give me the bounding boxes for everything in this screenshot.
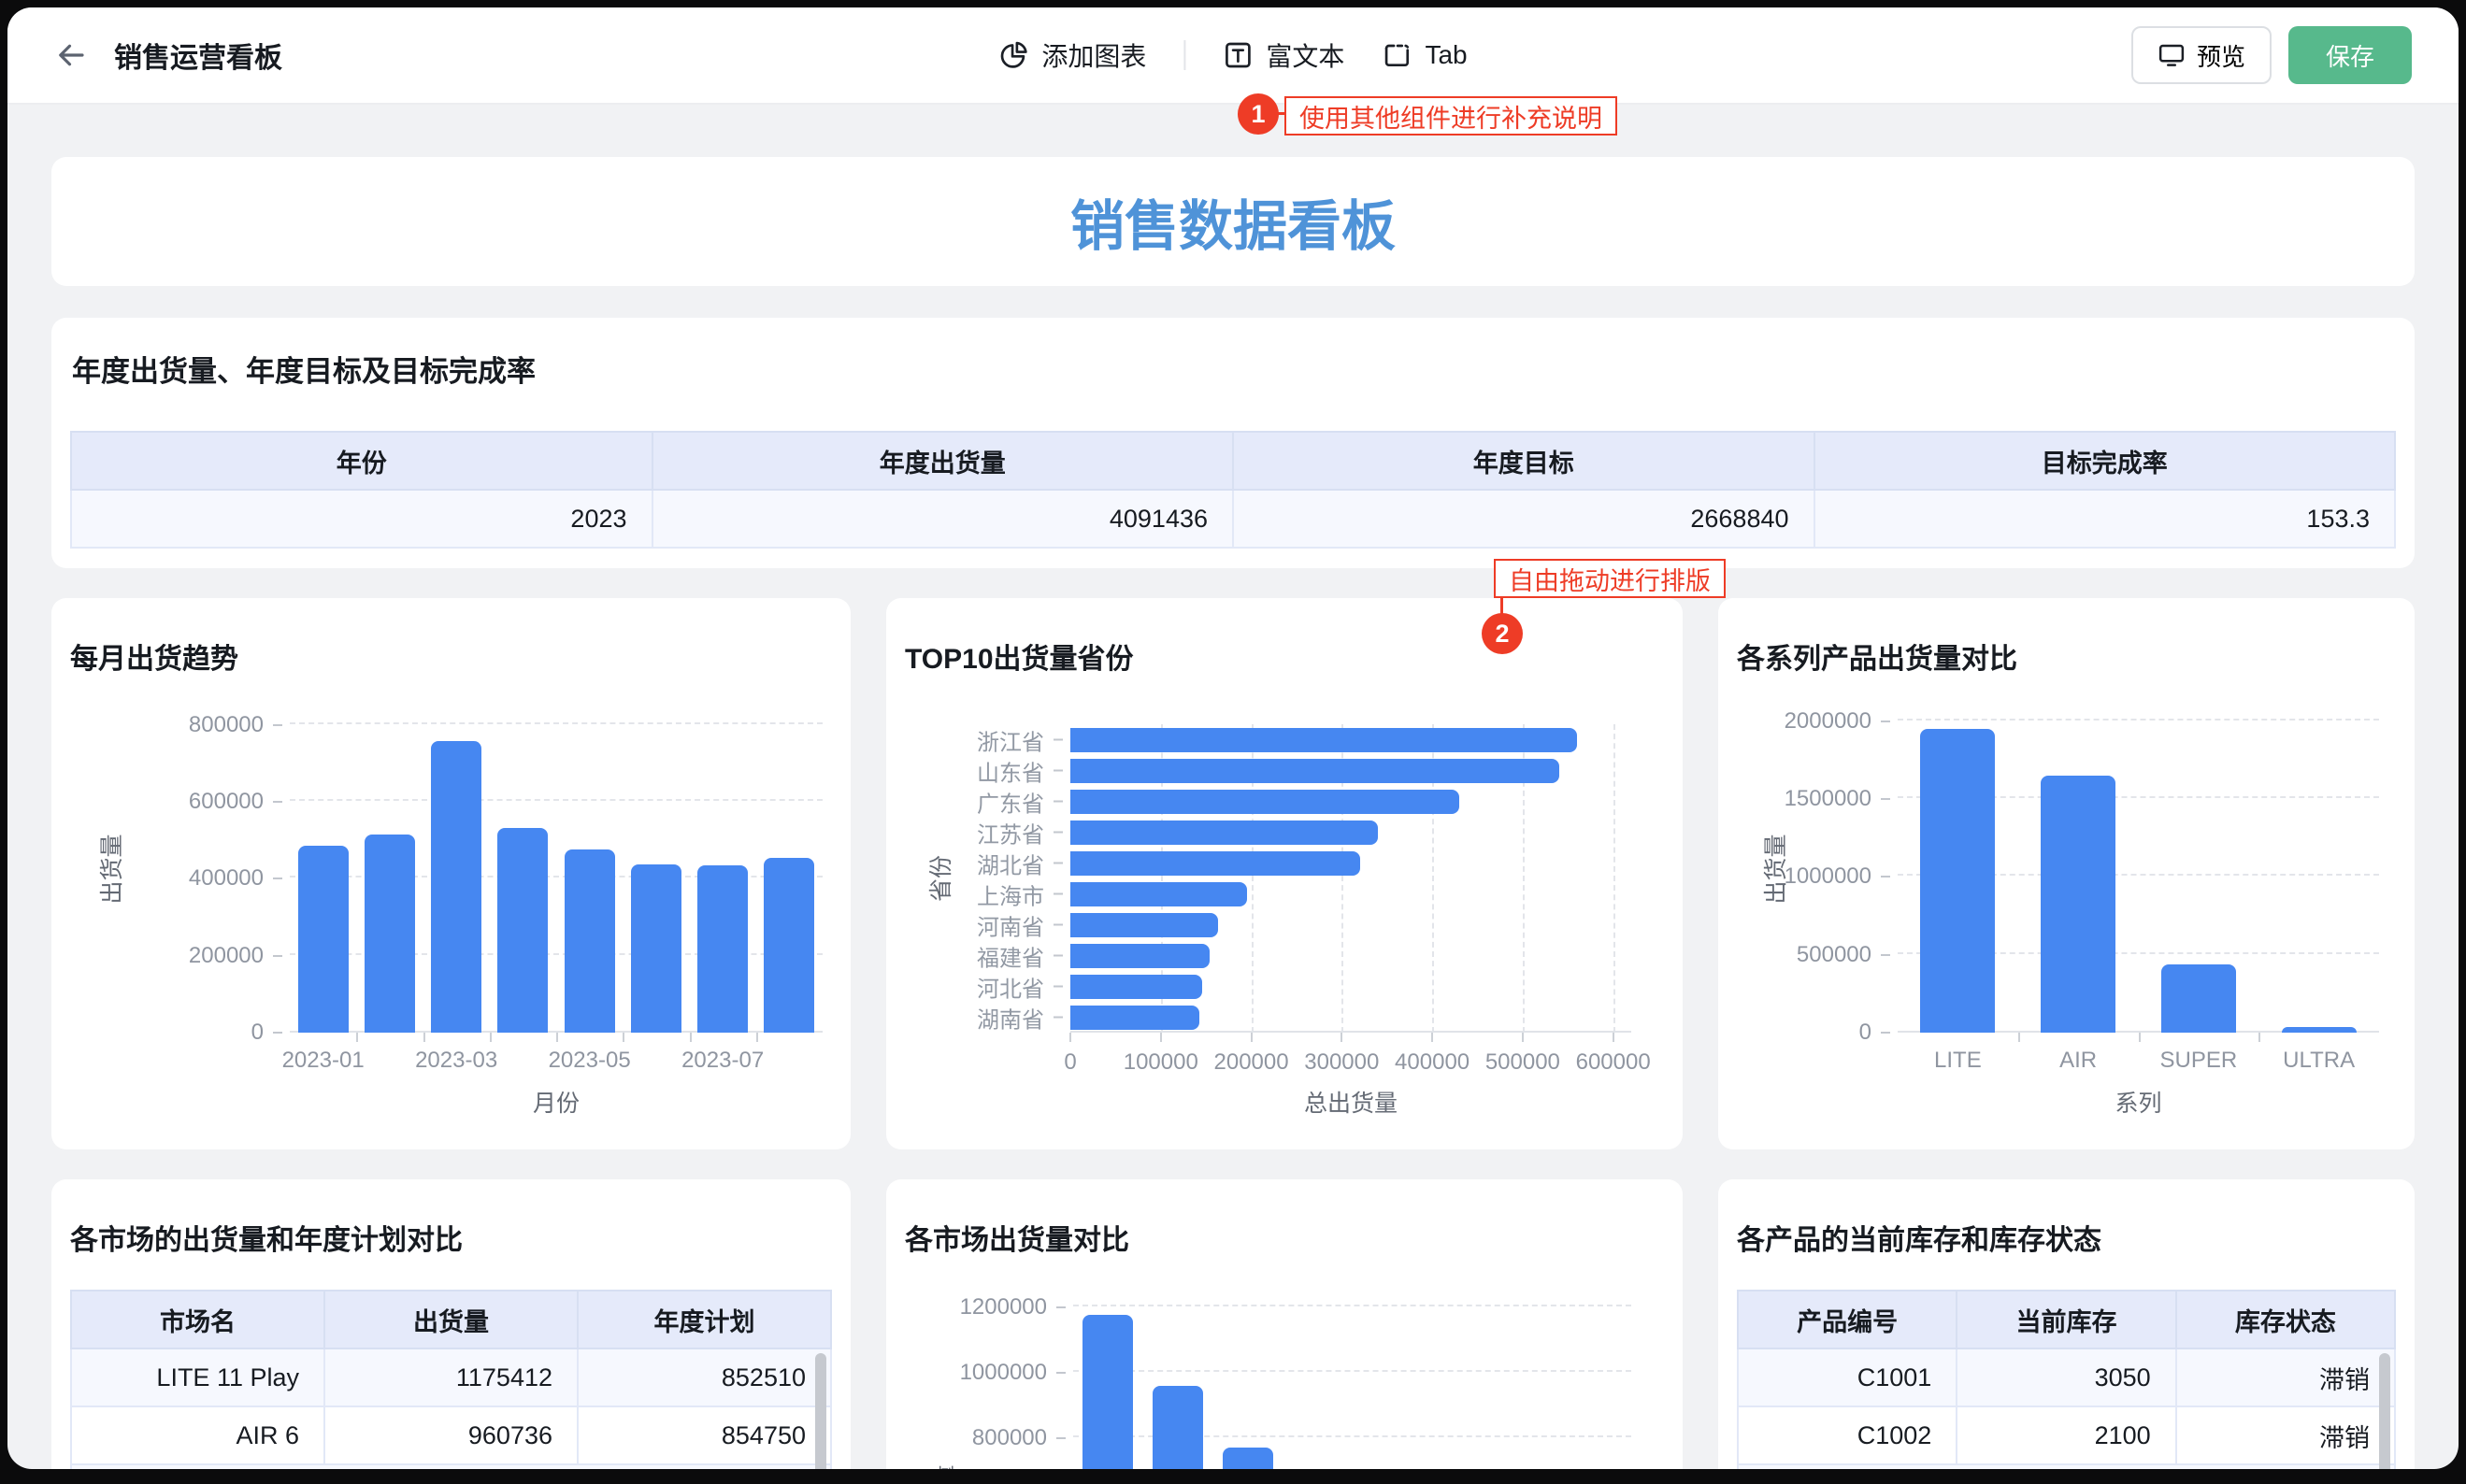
table-row-partial (71, 1464, 831, 1469)
table-header-row: 市场名 出货量 年度计划 (71, 1291, 831, 1348)
top10-provinces-bar-chart: 0100000200000300000400000500000600000浙江省… (886, 598, 1683, 1149)
cell-product-code: C1002 (1738, 1406, 1957, 1464)
add-chart-label: 添加图表 (1041, 36, 1146, 74)
tab-icon (1382, 40, 1412, 70)
column-header: 出货量 (324, 1291, 578, 1348)
cell-stock-status: 滞销 (2176, 1348, 2395, 1406)
cell-shipments: 1175412 (324, 1348, 578, 1406)
column-header: 年度计划 (578, 1291, 831, 1348)
app-window: 销售运营看板 添加图表 富 (7, 7, 2459, 1469)
cell-annual-shipments: 4091436 (652, 490, 1234, 548)
table-row: 2023 4091436 2668840 153.3 (71, 490, 2395, 548)
pie-chart-icon (998, 40, 1028, 70)
annual-summary-card[interactable]: 年度出货量、年度目标及目标完成率 年份 年度出货量 年度目标 目标完成率 202… (51, 318, 2415, 568)
table-scrollbar[interactable] (2379, 1353, 2390, 1469)
series-comparison-bar-chart: 0500000100000015000002000000LITEAIRSUPER… (1718, 598, 2415, 1149)
card-title: 各市场的出货量和年度计划对比 (70, 1217, 851, 1258)
cell-plan: 854750 (578, 1406, 831, 1464)
component-toolbar: 添加图表 富文本 (998, 7, 1467, 103)
monthly-trend-bar-chart: 02000004000006000008000002023-012023-032… (51, 598, 851, 1149)
back-arrow-icon (54, 38, 88, 72)
chart-title: 各市场出货量对比 (905, 1217, 1129, 1258)
preview-button[interactable]: 预览 (2131, 26, 2272, 84)
dashboard-title: 销售数据看板 (1070, 182, 1396, 261)
table-row: C1001 3050 滞销 (1738, 1348, 2395, 1406)
inventory-table-card[interactable]: 各产品的当前库存和库存状态 产品编号 当前库存 库存状态 C10 (1718, 1179, 2415, 1469)
column-header: 年份 (71, 432, 652, 490)
monthly-trend-chart-card[interactable]: 每月出货趋势 02000004000006000008000002023-012… (51, 598, 851, 1149)
cell-product-code: C1001 (1738, 1348, 1957, 1406)
tab-label: Tab (1425, 40, 1467, 70)
cell-market: LITE 11 Play (71, 1348, 324, 1406)
annotation-step-badge: 1 (1238, 93, 1279, 135)
column-header: 目标完成率 (1814, 432, 2396, 490)
table-row: C1002 2100 滞销 (1738, 1406, 2395, 1464)
back-button[interactable] (54, 38, 88, 72)
cell-stock-status: 滞销 (2176, 1406, 2395, 1464)
column-header: 产品编号 (1738, 1291, 1957, 1348)
table-header-row: 产品编号 当前库存 库存状态 (1738, 1291, 2395, 1348)
table-row: LITE 11 Play 1175412 852510 (71, 1348, 831, 1406)
column-header: 市场名 (71, 1291, 324, 1348)
chart-title: 每月出货趋势 (70, 635, 238, 677)
market-plan-table-card[interactable]: 各市场的出货量和年度计划对比 市场名 出货量 年度计划 LITE (51, 1179, 851, 1469)
annotation-callout: 自由拖动进行排版 (1494, 559, 1726, 598)
top10-provinces-chart-card[interactable]: TOP10出货量省份 01000002000003000004000005000… (886, 598, 1683, 1149)
cell-market: AIR 6 (71, 1406, 324, 1464)
table-header-row: 年份 年度出货量 年度目标 目标完成率 (71, 432, 2395, 490)
canvas: 销售数据看板 年度出货量、年度目标及目标完成率 年份 年度出货量 年度目标 目标… (51, 157, 2415, 1469)
table-row: AIR 6 960736 854750 (71, 1406, 831, 1464)
annotation-callout: 使用其他组件进行补充说明 (1284, 96, 1617, 136)
cell-plan: 852510 (578, 1348, 831, 1406)
text-icon (1223, 40, 1253, 70)
charts-row: 每月出货趋势 02000004000006000008000002023-012… (51, 598, 2415, 1149)
column-header: 年度目标 (1233, 432, 1814, 490)
cell-annual-target: 2668840 (1233, 490, 1814, 548)
annotation-step-badge: 2 (1482, 613, 1523, 654)
table-scrollbar[interactable] (815, 1353, 826, 1469)
monitor-icon (2158, 41, 2186, 69)
dashboard-title-card[interactable]: 销售数据看板 (51, 157, 2415, 286)
column-header: 当前库存 (1957, 1291, 2175, 1348)
tab-component-button[interactable]: Tab (1382, 40, 1467, 70)
table-row-partial (1738, 1464, 2395, 1469)
add-chart-button[interactable]: 添加图表 (998, 36, 1146, 74)
chart-title: TOP10出货量省份 (905, 635, 1134, 677)
market-plan-table: 市场名 出货量 年度计划 LITE 11 Play 1175412 852510 (70, 1290, 832, 1469)
chart-title: 各系列产品出货量对比 (1737, 635, 2017, 677)
cell-year: 2023 (71, 490, 652, 548)
toolbar-divider (1183, 40, 1185, 70)
annual-summary-table: 年份 年度出货量 年度目标 目标完成率 2023 4091436 2668840… (70, 431, 2396, 549)
inventory-table: 产品编号 当前库存 库存状态 C1001 3050 滞销 (1737, 1290, 2396, 1469)
market-shipments-chart-card[interactable]: 各市场出货量对比 0200000400000600000800000100000… (886, 1179, 1683, 1469)
annual-summary-heading: 年度出货量、年度目标及目标完成率 (70, 348, 2396, 390)
column-header: 库存状态 (2176, 1291, 2395, 1348)
cell-shipments: 960736 (324, 1406, 578, 1464)
save-button[interactable]: 保存 (2288, 26, 2412, 84)
cell-stock: 2100 (1957, 1406, 2175, 1464)
column-header: 年度出货量 (652, 432, 1234, 490)
annotation-connector (1500, 596, 1503, 615)
bottom-row: 各市场的出货量和年度计划对比 市场名 出货量 年度计划 LITE (51, 1179, 2415, 1469)
preview-label: 预览 (2197, 38, 2245, 73)
rich-text-label: 富文本 (1266, 36, 1344, 74)
cell-stock: 3050 (1957, 1348, 2175, 1406)
card-title: 各产品的当前库存和库存状态 (1737, 1217, 2415, 1258)
top-bar: 销售运营看板 添加图表 富 (7, 7, 2459, 105)
rich-text-button[interactable]: 富文本 (1223, 36, 1344, 74)
cell-completion-rate: 153.3 (1814, 490, 2396, 548)
page-title: 销售运营看板 (114, 35, 282, 76)
series-comparison-chart-card[interactable]: 各系列产品出货量对比 0500000100000015000002000000L… (1718, 598, 2415, 1149)
